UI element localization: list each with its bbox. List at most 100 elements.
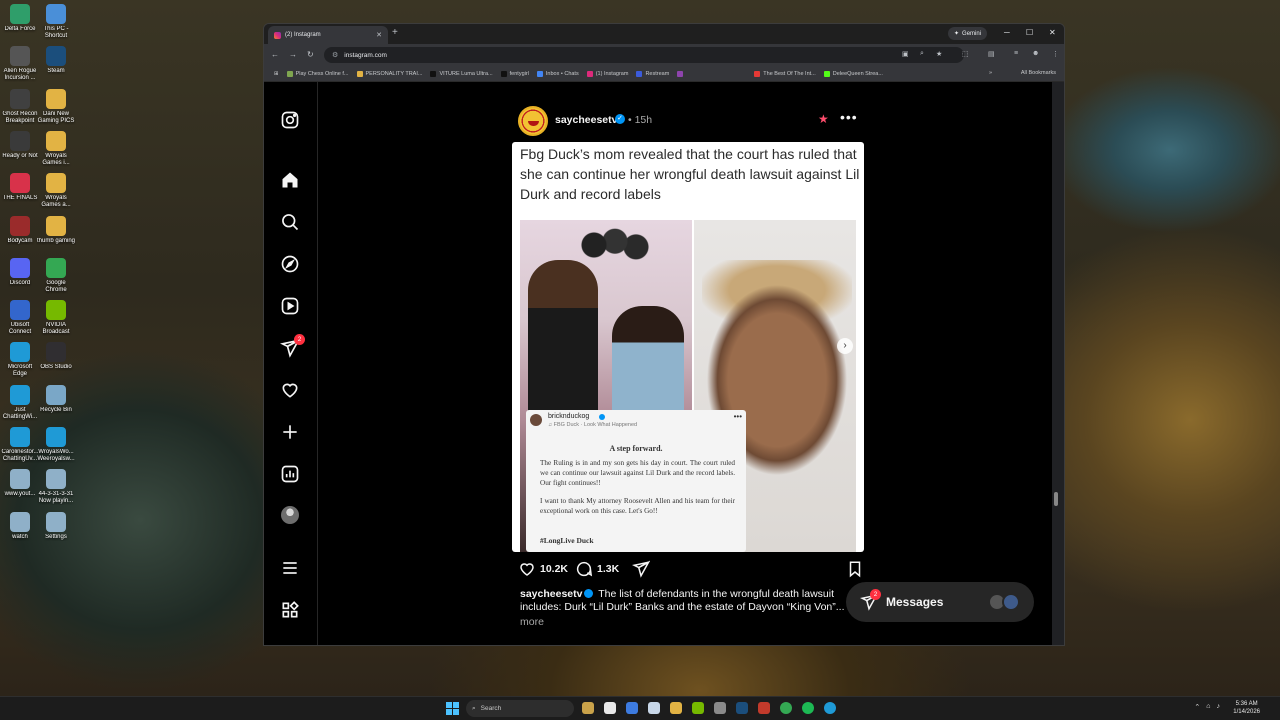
bookmark-item[interactable] — [673, 70, 690, 77]
bookmark-item[interactable]: PERSONALITY TRAI... — [353, 70, 427, 77]
carousel-next-button[interactable]: › — [837, 338, 853, 354]
comment-button[interactable]: 1.3K — [575, 560, 619, 578]
edge-icon[interactable] — [824, 702, 836, 714]
browser-menu-icon[interactable]: ⋮ — [1052, 50, 1059, 58]
network-icon[interactable]: ⌂ — [1206, 703, 1210, 711]
app-icon[interactable] — [758, 702, 770, 714]
back-button[interactable]: ← — [271, 50, 279, 59]
share-button[interactable] — [632, 560, 650, 578]
desktop-icon[interactable]: Just ChattingWi... — [0, 384, 40, 421]
instagram-logo-icon[interactable] — [280, 110, 300, 130]
nvidia-icon[interactable] — [692, 702, 704, 714]
explore-icon[interactable] — [280, 254, 300, 274]
start-button[interactable] — [446, 702, 459, 715]
desktop-icon[interactable]: This PC - Shortcut — [36, 4, 76, 40]
zoom-icon[interactable]: ⌕ — [920, 50, 924, 58]
desktop-icon[interactable]: THE FINALS — [0, 173, 40, 202]
desktop-icon[interactable]: Google Chrome — [36, 257, 76, 294]
all-bookmarks-button[interactable]: All Bookmarks — [1021, 70, 1056, 76]
profile-icon[interactable]: ☻ — [1032, 50, 1039, 57]
post-options-button[interactable]: ••• — [840, 109, 858, 125]
minimize-button[interactable]: ─ — [1004, 28, 1010, 37]
post-timestamp[interactable]: • 15h — [628, 114, 652, 126]
extensions-icon[interactable]: ⬚ — [962, 50, 969, 58]
bookmark-item[interactable]: Restream — [632, 70, 673, 77]
desktop-icon[interactable]: OBS Studio — [36, 342, 76, 371]
bookmark-item[interactable]: (1) Instagram — [583, 70, 633, 77]
desktop-icon[interactable]: www.yout... — [0, 469, 40, 498]
caption-more-link[interactable]: more — [520, 616, 544, 628]
tab-instagram[interactable]: (2) Instagram ✕ — [268, 26, 388, 44]
chrome-icon[interactable] — [780, 702, 792, 714]
desktop-icon[interactable]: Wroyals Games a... — [36, 173, 76, 209]
app-icon[interactable] — [626, 702, 638, 714]
spotify-icon[interactable] — [802, 702, 814, 714]
post-media[interactable]: Fbg Duck’s mom revealed that the court h… — [512, 142, 864, 552]
desktop-icon[interactable]: Recycle Bin — [36, 384, 76, 414]
bookmark-item[interactable]: VITURE Luma Ultra... — [426, 70, 496, 77]
taskbar-search[interactable]: ⌕ Search — [466, 700, 574, 717]
desktop-icon[interactable]: Ubisoft Connect — [0, 300, 40, 336]
task-view-icon[interactable] — [604, 702, 616, 714]
post-author-avatar[interactable] — [518, 106, 548, 136]
bookmark-item[interactable]: fentygirl — [497, 70, 533, 77]
close-window-button[interactable]: ✕ — [1049, 28, 1056, 37]
desktop-icon[interactable]: Alien Rogue Incursion ... — [0, 46, 40, 82]
desktop-icon[interactable]: Dani New Gaming PICS — [36, 88, 76, 125]
desktop-icon[interactable]: NVIDIA Broadcast — [36, 300, 76, 336]
desktop-icon[interactable]: Discord — [0, 257, 40, 287]
dashboard-icon[interactable] — [280, 464, 300, 484]
bookmark-item[interactable]: Play Chess Online f... — [283, 70, 353, 77]
meta-apps-icon[interactable] — [280, 600, 300, 620]
desktop-icon[interactable]: 44-3-31-3-31 Now playin... — [36, 469, 76, 505]
new-tab-button[interactable]: + — [392, 27, 398, 38]
messages-button[interactable]: 2 Messages — [846, 582, 1034, 622]
desktop-icon[interactable]: Ready or Not — [0, 130, 40, 160]
install-app-icon[interactable]: ▣ — [902, 50, 909, 58]
maximize-button[interactable]: ☐ — [1026, 28, 1033, 37]
notifications-heart-icon[interactable] — [280, 380, 300, 400]
desktop-icon[interactable]: Settings — [36, 511, 76, 541]
settings-icon[interactable] — [714, 702, 726, 714]
save-button[interactable] — [846, 560, 864, 583]
tab-close-icon[interactable]: ✕ — [376, 31, 382, 39]
bookmark-star-icon[interactable]: ★ — [936, 50, 942, 58]
desktop-icon[interactable]: Microsoft Edge — [0, 342, 40, 378]
desktop-icon[interactable]: Delta Force — [0, 4, 40, 33]
reload-button[interactable]: ↻ — [307, 50, 314, 59]
desktop-icon[interactable]: Carolinestor... ChattingUv... — [0, 427, 40, 463]
tab-search-icon[interactable]: ▤ — [988, 50, 995, 58]
menu-hamburger-icon[interactable] — [280, 558, 300, 578]
like-button[interactable]: 10.2K — [518, 560, 568, 578]
forward-button[interactable]: → — [289, 50, 297, 59]
volume-icon[interactable]: ♪ — [1217, 703, 1221, 711]
file-explorer-icon[interactable] — [670, 702, 682, 714]
desktop-icon[interactable]: thumb gaming — [36, 215, 76, 245]
app-icon[interactable] — [648, 702, 660, 714]
search-icon[interactable] — [280, 212, 300, 232]
caption-username[interactable]: saycheesetv — [520, 588, 582, 600]
bookmark-item[interactable]: The Best Of The Int... — [750, 70, 819, 77]
more-bookmarks-button[interactable]: » — [985, 70, 996, 76]
desktop-icon[interactable]: Wroyals Games i... — [36, 130, 76, 167]
bookmark-item[interactable]: DeleeQueen Strea... — [820, 70, 887, 77]
bookmark-item[interactable]: Inbox • Chats — [533, 70, 583, 77]
reels-icon[interactable] — [280, 296, 300, 316]
apps-icon[interactable]: ⊞ — [270, 71, 283, 77]
profile-avatar[interactable] — [281, 506, 299, 524]
steam-icon[interactable] — [736, 702, 748, 714]
address-bar[interactable]: ⚙ instagram.com — [324, 47, 964, 63]
desktop-icon[interactable]: Steam — [36, 46, 76, 75]
page-scrollbar[interactable] — [1052, 82, 1059, 645]
clock[interactable]: 5:36 AM 1/14/2026 — [1233, 700, 1260, 716]
create-plus-icon[interactable] — [280, 422, 300, 442]
post-username[interactable]: saycheesetv — [555, 114, 617, 126]
home-icon[interactable] — [280, 170, 300, 190]
desktop-icon[interactable]: Ghost Recon Breakpoint — [0, 88, 40, 125]
desktop-icon[interactable]: Bodycam — [0, 215, 40, 245]
desktop-icon[interactable]: WroyalsWo... Weeroyalsw... — [36, 427, 76, 463]
copilot-icon[interactable] — [582, 702, 594, 714]
desktop-icon[interactable]: watch — [0, 511, 40, 541]
scrollbar-thumb[interactable] — [1054, 492, 1058, 506]
media-icon[interactable]: ≡ — [1014, 50, 1018, 57]
